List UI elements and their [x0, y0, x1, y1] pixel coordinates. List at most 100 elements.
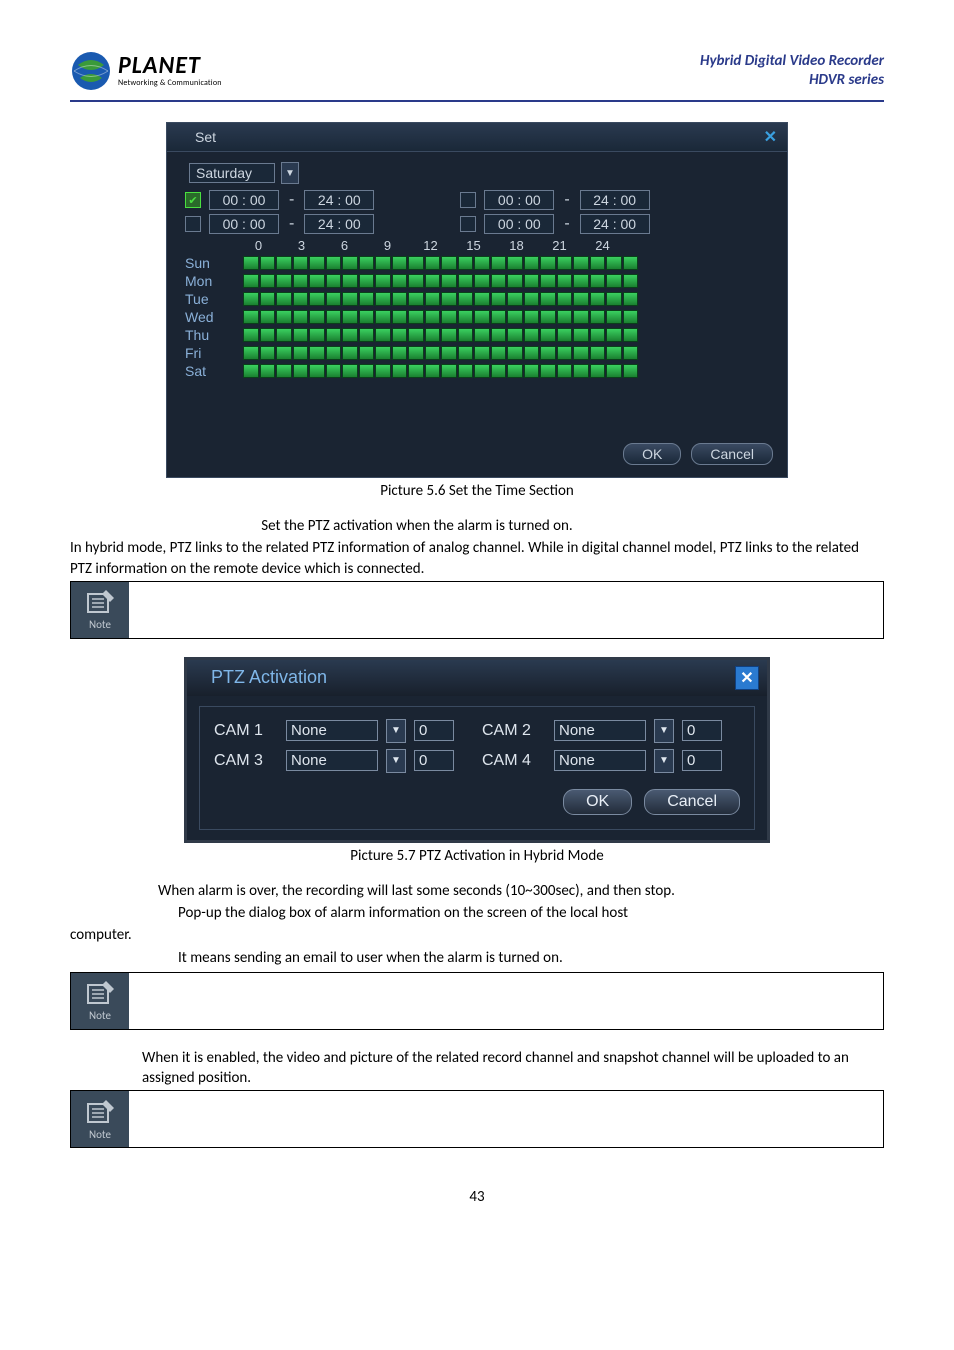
schedule-cell[interactable]: [441, 256, 457, 270]
schedule-cell[interactable]: [260, 328, 276, 342]
schedule-cell[interactable]: [392, 256, 408, 270]
schedule-cell[interactable]: [309, 328, 325, 342]
schedule-cell[interactable]: [243, 346, 259, 360]
schedule-cell[interactable]: [375, 274, 391, 288]
schedule-cell[interactable]: [375, 328, 391, 342]
schedule-cell[interactable]: [342, 256, 358, 270]
cam3-preset[interactable]: 0: [414, 750, 454, 771]
schedule-cell[interactable]: [260, 274, 276, 288]
time-row2-checkbox1[interactable]: [185, 216, 201, 232]
schedule-cell[interactable]: [309, 274, 325, 288]
schedule-cell[interactable]: [540, 310, 556, 324]
schedule-cell[interactable]: [557, 346, 573, 360]
time-row2-start2[interactable]: 00 : 00: [484, 214, 554, 234]
schedule-cell[interactable]: [243, 256, 259, 270]
schedule-cell[interactable]: [359, 292, 375, 306]
schedule-cell[interactable]: [375, 364, 391, 378]
schedule-cell[interactable]: [342, 310, 358, 324]
schedule-cell[interactable]: [326, 292, 342, 306]
schedule-cell[interactable]: [408, 256, 424, 270]
schedule-cell[interactable]: [573, 310, 589, 324]
schedule-cell[interactable]: [293, 328, 309, 342]
schedule-cell[interactable]: [474, 364, 490, 378]
schedule-cell[interactable]: [623, 364, 639, 378]
schedule-cell[interactable]: [359, 274, 375, 288]
schedule-cell[interactable]: [540, 256, 556, 270]
schedule-cell[interactable]: [557, 364, 573, 378]
schedule-cell[interactable]: [359, 310, 375, 324]
schedule-cell[interactable]: [606, 292, 622, 306]
schedule-cell[interactable]: [491, 274, 507, 288]
schedule-cell[interactable]: [408, 328, 424, 342]
schedule-cell[interactable]: [606, 256, 622, 270]
schedule-cell[interactable]: [293, 256, 309, 270]
schedule-cell[interactable]: [293, 364, 309, 378]
schedule-cell[interactable]: [491, 346, 507, 360]
schedule-bar[interactable]: [243, 292, 638, 306]
schedule-cell[interactable]: [309, 346, 325, 360]
schedule-bar[interactable]: [243, 310, 638, 324]
schedule-cell[interactable]: [557, 274, 573, 288]
schedule-bar[interactable]: [243, 274, 638, 288]
close-icon[interactable]: ✕: [760, 127, 781, 147]
schedule-cell[interactable]: [260, 346, 276, 360]
schedule-cell[interactable]: [359, 256, 375, 270]
time-row1-end1[interactable]: 24 : 00: [304, 190, 374, 210]
schedule-cell[interactable]: [491, 256, 507, 270]
schedule-cell[interactable]: [276, 310, 292, 324]
schedule-cell[interactable]: [326, 346, 342, 360]
schedule-cell[interactable]: [243, 274, 259, 288]
schedule-cell[interactable]: [441, 364, 457, 378]
schedule-cell[interactable]: [276, 274, 292, 288]
time-row2-end1[interactable]: 24 : 00: [304, 214, 374, 234]
schedule-cell[interactable]: [425, 310, 441, 324]
schedule-cell[interactable]: [408, 292, 424, 306]
schedule-cell[interactable]: [441, 328, 457, 342]
schedule-cell[interactable]: [540, 328, 556, 342]
schedule-cell[interactable]: [573, 364, 589, 378]
schedule-cell[interactable]: [474, 328, 490, 342]
cancel-button[interactable]: Cancel: [691, 443, 773, 465]
chevron-down-icon[interactable]: ▼: [281, 162, 299, 184]
schedule-cell[interactable]: [392, 346, 408, 360]
schedule-cell[interactable]: [408, 346, 424, 360]
schedule-cell[interactable]: [342, 328, 358, 342]
chevron-down-icon[interactable]: ▼: [386, 749, 406, 773]
schedule-cell[interactable]: [260, 364, 276, 378]
chevron-down-icon[interactable]: ▼: [386, 719, 406, 743]
cam2-select[interactable]: None: [554, 720, 646, 741]
schedule-cell[interactable]: [474, 274, 490, 288]
schedule-cell[interactable]: [606, 310, 622, 324]
schedule-cell[interactable]: [573, 292, 589, 306]
time-row1-start2[interactable]: 00 : 00: [484, 190, 554, 210]
schedule-cell[interactable]: [276, 292, 292, 306]
cam3-select[interactable]: None: [286, 750, 378, 771]
schedule-cell[interactable]: [392, 364, 408, 378]
schedule-cell[interactable]: [623, 346, 639, 360]
schedule-cell[interactable]: [425, 328, 441, 342]
schedule-cell[interactable]: [524, 310, 540, 324]
schedule-cell[interactable]: [326, 310, 342, 324]
schedule-cell[interactable]: [276, 364, 292, 378]
schedule-cell[interactable]: [507, 364, 523, 378]
schedule-cell[interactable]: [392, 310, 408, 324]
chevron-down-icon[interactable]: ▼: [654, 719, 674, 743]
schedule-cell[interactable]: [458, 346, 474, 360]
schedule-cell[interactable]: [342, 274, 358, 288]
schedule-cell[interactable]: [524, 364, 540, 378]
schedule-cell[interactable]: [474, 256, 490, 270]
time-row1-checkbox1[interactable]: [185, 192, 201, 208]
schedule-bar[interactable]: [243, 346, 638, 360]
schedule-cell[interactable]: [458, 292, 474, 306]
schedule-cell[interactable]: [590, 310, 606, 324]
cam4-preset[interactable]: 0: [682, 750, 722, 771]
schedule-cell[interactable]: [540, 364, 556, 378]
schedule-cell[interactable]: [392, 328, 408, 342]
schedule-cell[interactable]: [491, 292, 507, 306]
ok-button[interactable]: OK: [563, 789, 632, 815]
schedule-cell[interactable]: [309, 364, 325, 378]
close-icon[interactable]: ✕: [735, 666, 759, 690]
schedule-cell[interactable]: [293, 346, 309, 360]
schedule-cell[interactable]: [293, 310, 309, 324]
cancel-button[interactable]: Cancel: [644, 789, 740, 815]
